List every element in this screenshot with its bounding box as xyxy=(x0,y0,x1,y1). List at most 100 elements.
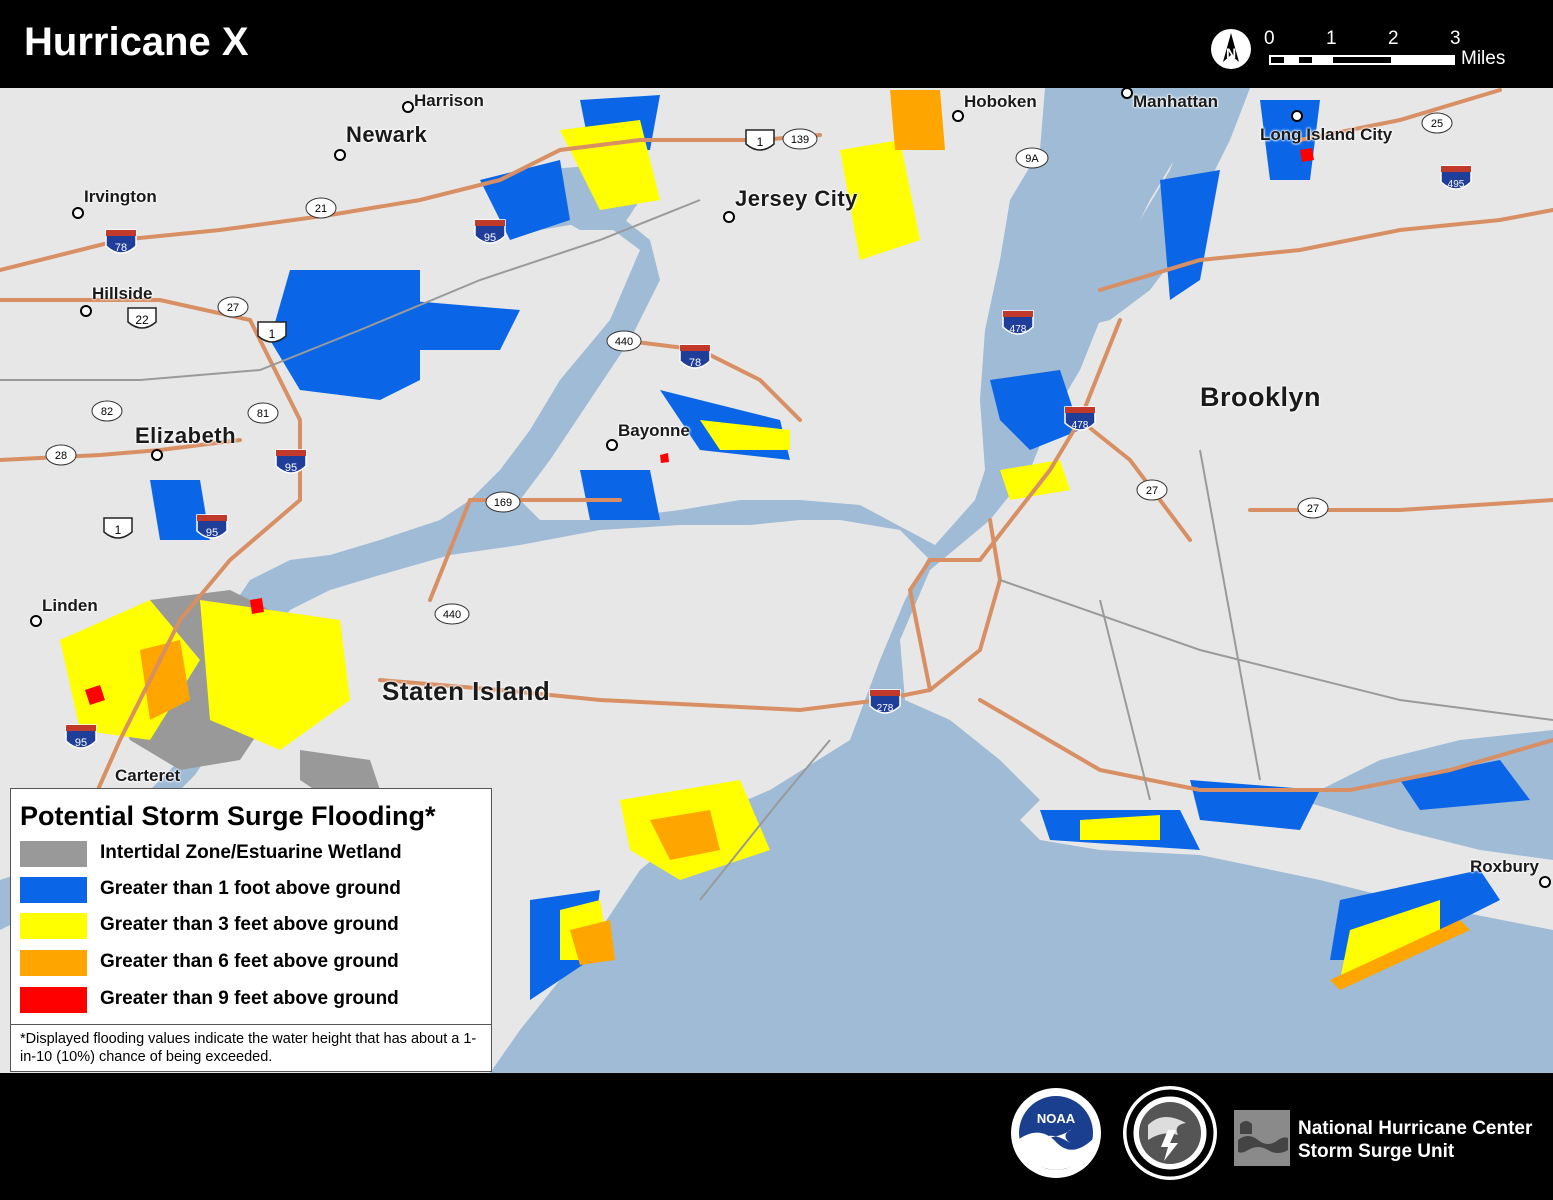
scale-bar-graphic xyxy=(1269,55,1455,65)
legend-footnote: *Displayed flooding values indicate the … xyxy=(20,1031,477,1065)
scale-tick-0: 0 xyxy=(1264,28,1275,49)
svg-text:27: 27 xyxy=(1146,485,1158,497)
svg-text:81: 81 xyxy=(257,408,269,420)
noaa-logo: NOAA xyxy=(1011,1088,1101,1178)
place-label-roxbury: Roxbury xyxy=(1470,857,1539,876)
svg-text:495: 495 xyxy=(1448,179,1465,190)
state-route-shield-28: 28 xyxy=(45,444,77,466)
interstate-shield-278: 278 xyxy=(869,689,901,714)
svg-text:1: 1 xyxy=(115,523,122,537)
nhc-caption: National Hurricane Center Storm Surge Un… xyxy=(1298,1117,1532,1163)
svg-text:1: 1 xyxy=(757,135,764,149)
state-route-shield-81: 81 xyxy=(247,402,279,424)
place-label-hillside: Hillside xyxy=(92,284,153,303)
interstate-shield-495: 495 xyxy=(1440,165,1472,190)
svg-text:22: 22 xyxy=(135,313,149,327)
place-label-long-island-city: Long Island City xyxy=(1260,125,1393,144)
nhc-logo xyxy=(1234,1110,1290,1166)
state-route-shield-27: 27 xyxy=(1136,479,1168,501)
svg-text:21: 21 xyxy=(315,203,327,215)
svg-text:478: 478 xyxy=(1010,324,1027,335)
svg-text:9A: 9A xyxy=(1025,153,1039,165)
place-label-brooklyn: Brooklyn xyxy=(1200,382,1322,412)
state-route-shield-25: 25 xyxy=(1421,112,1453,134)
state-route-shield-9a: 9A xyxy=(1015,147,1049,169)
svg-text:25: 25 xyxy=(1431,118,1443,130)
svg-text:95: 95 xyxy=(484,232,496,244)
north-arrow-icon: N xyxy=(1211,29,1251,69)
state-route-shield-82: 82 xyxy=(91,400,123,422)
scale-tick-2: 2 xyxy=(1388,28,1399,49)
map-title: Hurricane X xyxy=(24,20,249,64)
us-route-shield-1: 1 xyxy=(103,517,133,539)
svg-text:78: 78 xyxy=(115,242,127,254)
state-route-shield-139: 139 xyxy=(782,128,818,150)
place-label-elizabeth: Elizabeth xyxy=(135,423,237,448)
legend-label: Greater than 3 feet above ground xyxy=(100,914,399,935)
place-label-harrison: Harrison xyxy=(414,91,484,110)
svg-text:278: 278 xyxy=(877,703,894,714)
legend-swatch-3ft xyxy=(20,913,87,939)
place-label-manhattan: Manhattan xyxy=(1133,92,1218,111)
legend-title: Potential Storm Surge Flooding* xyxy=(20,801,436,831)
place-label-carteret: Carteret xyxy=(115,766,181,785)
legend-swatch-1ft xyxy=(20,877,87,903)
svg-text:95: 95 xyxy=(206,527,218,539)
svg-text:440: 440 xyxy=(443,609,461,621)
svg-text:139: 139 xyxy=(791,134,809,146)
us-route-shield-1: 1 xyxy=(745,129,775,151)
scale-bar: 0 1 2 3 Miles xyxy=(1262,28,1522,76)
place-label-hoboken: Hoboken xyxy=(964,92,1037,111)
legend-label: Greater than 9 feet above ground xyxy=(100,988,399,1009)
header-bar: Hurricane X N 0 1 2 3 Miles xyxy=(0,0,1553,88)
map-legend: Potential Storm Surge Flooding* Intertid… xyxy=(10,788,492,1072)
nhc-caption-line2: Storm Surge Unit xyxy=(1298,1141,1455,1162)
noaa-logo-text: NOAA xyxy=(1037,1111,1076,1126)
state-route-shield-169: 169 xyxy=(485,491,521,513)
us-route-shield-22: 22 xyxy=(127,307,157,329)
north-arrow-label: N xyxy=(1226,45,1236,61)
place-label-newark: Newark xyxy=(346,122,428,147)
legend-swatch-9ft xyxy=(20,987,87,1013)
legend-label: Intertidal Zone/Estuarine Wetland xyxy=(100,842,402,863)
svg-text:1: 1 xyxy=(269,327,276,341)
legend-swatch-wetland xyxy=(20,841,87,867)
svg-text:27: 27 xyxy=(1307,503,1319,515)
legend-label: Greater than 1 foot above ground xyxy=(100,878,401,899)
svg-text:169: 169 xyxy=(494,497,512,509)
svg-text:95: 95 xyxy=(75,737,87,749)
svg-text:95: 95 xyxy=(285,462,297,474)
scale-unit: Miles xyxy=(1461,48,1506,69)
scale-tick-1: 1 xyxy=(1326,28,1337,49)
legend-label: Greater than 6 feet above ground xyxy=(100,951,399,972)
state-route-shield-27: 27 xyxy=(1297,497,1329,519)
interstate-shield-95: 95 xyxy=(65,724,97,749)
interstate-shield-95: 95 xyxy=(275,449,307,474)
scale-tick-3: 3 xyxy=(1450,28,1461,49)
svg-text:28: 28 xyxy=(55,450,67,462)
svg-text:440: 440 xyxy=(615,336,633,348)
interstate-shield-478: 478 xyxy=(1064,406,1096,431)
place-label-jersey-city: Jersey City xyxy=(735,186,858,211)
place-label-linden: Linden xyxy=(42,596,98,615)
state-route-shield-27: 27 xyxy=(217,296,249,318)
place-label-bayonne: Bayonne xyxy=(618,421,690,440)
interstate-shield-95: 95 xyxy=(196,514,228,539)
svg-text:478: 478 xyxy=(1072,420,1089,431)
state-route-shield-21: 21 xyxy=(305,197,337,219)
interstate-shield-78: 78 xyxy=(105,229,137,254)
nhc-caption-line1: National Hurricane Center xyxy=(1298,1118,1533,1139)
interstate-shield-95: 95 xyxy=(474,219,506,244)
legend-swatch-6ft xyxy=(20,950,87,976)
state-route-shield-440: 440 xyxy=(434,603,470,625)
interstate-shield-78: 78 xyxy=(679,344,711,369)
national-weather-service-logo xyxy=(1123,1086,1217,1180)
place-label-irvington: Irvington xyxy=(84,187,157,206)
legend-divider xyxy=(11,1024,491,1025)
us-route-shield-1: 1 xyxy=(257,321,287,343)
interstate-shield-478: 478 xyxy=(1002,310,1034,335)
state-route-shield-440: 440 xyxy=(606,330,642,352)
svg-text:82: 82 xyxy=(101,406,113,418)
place-label-staten-island: Staten Island xyxy=(382,676,551,706)
svg-text:78: 78 xyxy=(689,357,701,369)
